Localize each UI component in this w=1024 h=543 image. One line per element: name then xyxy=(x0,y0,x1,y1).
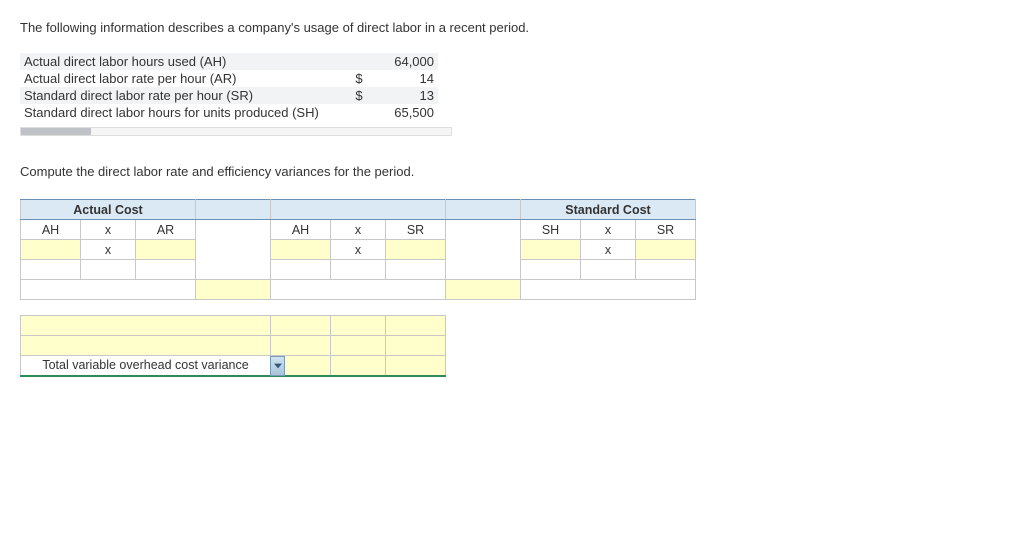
intro-text: The following information describes a co… xyxy=(20,20,1004,35)
calc-cell xyxy=(21,260,81,280)
gap-cell xyxy=(446,240,521,260)
header-gap xyxy=(446,200,521,220)
info-label: Actual direct labor rate per hour (AR) xyxy=(20,70,348,87)
header-gap xyxy=(196,200,271,220)
info-currency: $ xyxy=(348,70,370,87)
input-cell[interactable] xyxy=(386,336,446,356)
middle-header xyxy=(271,200,446,220)
calc-cell xyxy=(271,260,331,280)
gap-cell xyxy=(446,220,521,240)
input-ah-mid[interactable] xyxy=(271,240,331,260)
info-label: Standard direct labor rate per hour (SR) xyxy=(20,87,348,104)
info-currency: $ xyxy=(348,87,370,104)
spacer xyxy=(446,316,696,336)
variance-worksheet: Actual Cost Standard Cost AH x AR AH x S… xyxy=(20,199,696,377)
info-currency xyxy=(348,104,370,121)
label-times: x xyxy=(331,240,386,260)
input-efficiency-variance-label[interactable] xyxy=(446,280,521,300)
info-value: 13 xyxy=(370,87,438,104)
calc-cell xyxy=(136,260,196,280)
label-ar: AR xyxy=(136,220,196,240)
input-variance-fav-2[interactable] xyxy=(331,336,386,356)
compute-text: Compute the direct labor rate and effici… xyxy=(20,164,1004,179)
gap-cell xyxy=(196,220,271,240)
spacer xyxy=(21,300,696,316)
given-info-table: Actual direct labor hours used (AH) 64,0… xyxy=(20,53,438,121)
subtotal-mid xyxy=(271,280,446,300)
label-times: x xyxy=(581,240,636,260)
info-label: Standard direct labor hours for units pr… xyxy=(20,104,348,121)
info-value: 14 xyxy=(370,70,438,87)
label-times: x xyxy=(81,240,136,260)
label-sr: SR xyxy=(386,220,446,240)
info-value: 65,500 xyxy=(370,104,438,121)
input-cell[interactable] xyxy=(386,316,446,336)
input-variance-name-2[interactable] xyxy=(21,336,271,356)
calc-cell xyxy=(81,260,136,280)
label-times: x xyxy=(331,220,386,240)
info-value: 64,000 xyxy=(370,53,438,70)
input-sr-std[interactable] xyxy=(636,240,696,260)
input-variance-amount-1[interactable] xyxy=(271,316,331,336)
subtotal-std xyxy=(521,280,696,300)
label-sr: SR xyxy=(636,220,696,240)
gap-cell xyxy=(446,260,521,280)
gap-cell xyxy=(196,240,271,260)
gap-cell xyxy=(196,260,271,280)
input-variance-amount-2[interactable] xyxy=(271,336,331,356)
input-cell[interactable] xyxy=(386,356,446,376)
info-currency xyxy=(348,53,370,70)
input-rate-variance-label[interactable] xyxy=(196,280,271,300)
calc-cell xyxy=(636,260,696,280)
subtotal-actual xyxy=(21,280,196,300)
label-times: x xyxy=(581,220,636,240)
total-variance-label: Total variable overhead cost variance xyxy=(42,358,248,372)
label-ah: AH xyxy=(21,220,81,240)
calc-cell xyxy=(331,260,386,280)
calc-cell xyxy=(386,260,446,280)
label-ah: AH xyxy=(271,220,331,240)
actual-cost-header: Actual Cost xyxy=(21,200,196,220)
calc-cell xyxy=(521,260,581,280)
spacer xyxy=(446,356,696,376)
standard-cost-header: Standard Cost xyxy=(521,200,696,220)
total-variance-dropdown[interactable]: Total variable overhead cost variance xyxy=(21,356,271,376)
chevron-down-icon[interactable] xyxy=(270,356,285,376)
input-ar-actual[interactable] xyxy=(136,240,196,260)
calc-cell xyxy=(581,260,636,280)
input-ah-actual[interactable] xyxy=(21,240,81,260)
input-sr-mid[interactable] xyxy=(386,240,446,260)
label-times: x xyxy=(81,220,136,240)
spacer xyxy=(446,336,696,356)
input-variance-fav-1[interactable] xyxy=(331,316,386,336)
label-sh: SH xyxy=(521,220,581,240)
input-total-fav[interactable] xyxy=(331,356,386,376)
input-variance-name-1[interactable] xyxy=(21,316,271,336)
input-sh-std[interactable] xyxy=(521,240,581,260)
info-label: Actual direct labor hours used (AH) xyxy=(20,53,348,70)
horizontal-scrollbar[interactable] xyxy=(20,127,452,136)
